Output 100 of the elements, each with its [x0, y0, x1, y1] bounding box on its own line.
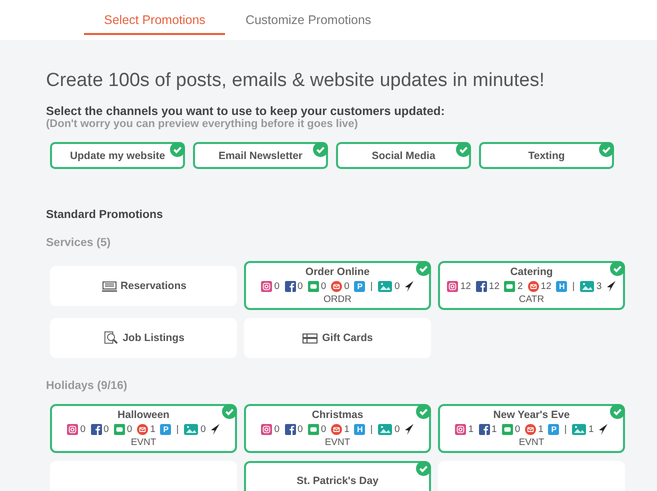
- promotion-title: Christmas: [312, 409, 364, 421]
- count-label: 0: [126, 424, 132, 435]
- chat-icon: [504, 281, 516, 292]
- promotion-title: New Year's Eve: [493, 409, 570, 421]
- badge: P: [354, 281, 366, 292]
- promotion-title: Order Online: [305, 266, 370, 278]
- tab[interactable]: Customize Promotions: [225, 0, 392, 35]
- count-label: 0: [394, 424, 400, 435]
- promotion-card[interactable]: Gift Cards: [244, 318, 431, 358]
- email-icon: [528, 281, 539, 292]
- instagram-icon: [261, 424, 272, 435]
- check-icon: [222, 404, 237, 419]
- count-label: 1: [344, 424, 350, 435]
- promotion-title: Reservations: [120, 280, 186, 292]
- count-label: 0: [514, 424, 520, 435]
- promotion-card[interactable]: New Year's Eve 1 1 0 1 P 1 EVNT: [438, 404, 625, 453]
- count-label: 0: [298, 424, 303, 435]
- count-label: 1: [538, 424, 544, 435]
- image-icon: [184, 424, 198, 435]
- facebook-icon: [478, 424, 490, 435]
- promotion-card[interactable]: Catering 12 12 2 12 H 3 CATR: [438, 261, 625, 310]
- magnifier-icon: [102, 331, 119, 345]
- image-icon: [378, 424, 392, 435]
- count-label: 0: [274, 424, 280, 435]
- count-label: 12: [488, 281, 500, 292]
- facebook-icon: [476, 281, 487, 292]
- check-icon: [170, 142, 185, 157]
- instagram-icon: [261, 281, 272, 292]
- promotion-card[interactable]: Job Listings: [50, 318, 237, 358]
- chat-icon: [308, 281, 319, 292]
- channels-note: (Don't worry you can preview everything before it goes live): [46, 118, 359, 130]
- section-heading: Standard Promotions: [46, 209, 164, 221]
- count-label: 0: [320, 281, 326, 292]
- count-label: 0: [104, 424, 109, 435]
- count-label: 12: [540, 281, 552, 292]
- email-icon: [525, 424, 536, 435]
- tag-label: EVNT: [518, 437, 544, 448]
- check-icon: [610, 404, 625, 419]
- count-label: 0: [80, 424, 86, 435]
- promotion-card[interactable]: Halloween 0 0 0 1 P 0 EVNT: [50, 404, 237, 453]
- count-label: 1: [492, 424, 497, 435]
- promotion-title: Gift Cards: [322, 332, 373, 344]
- group-heading: Holidays (9/16): [46, 380, 128, 392]
- channel-toggle[interactable]: Texting: [479, 142, 614, 169]
- cursor-icon: [210, 424, 220, 435]
- promotion-title: Job Listings: [122, 332, 184, 344]
- image-icon: [378, 281, 392, 292]
- promotion-card[interactable]: St. Patrick's Day: [244, 461, 431, 491]
- headline: Create 100s of posts, emails & website updates in minutes!: [46, 70, 546, 92]
- channels-prompt: Select the channels you want to use to keep your customers updated:: [46, 104, 446, 118]
- instagram-icon: [67, 424, 78, 435]
- cursor-icon: [404, 424, 414, 435]
- check-icon: [610, 261, 625, 276]
- check-icon: [313, 142, 328, 157]
- count-label: 2: [517, 281, 523, 292]
- facebook-icon: [284, 281, 296, 292]
- count-label: 1: [588, 424, 594, 435]
- chat-icon: [502, 424, 513, 435]
- promotion-title: St. Patrick's Day: [296, 475, 378, 487]
- instagram-icon: [455, 424, 466, 435]
- tag-label: EVNT: [324, 437, 350, 448]
- count-label: 0: [344, 281, 350, 292]
- count-label: 0: [320, 424, 326, 435]
- cursor-icon: [404, 281, 414, 292]
- count-label: 12: [460, 281, 471, 292]
- badge: P: [548, 424, 560, 435]
- channel-toggle[interactable]: Email Newsletter: [193, 142, 328, 169]
- count-label: 3: [596, 281, 602, 292]
- count-label: 0: [298, 281, 303, 292]
- count-label: 0: [200, 424, 206, 435]
- count-label: 0: [394, 281, 400, 292]
- email-icon: [331, 424, 342, 435]
- image-icon: [572, 424, 586, 435]
- promotion-title: Halloween: [118, 409, 170, 421]
- email-icon: [331, 281, 342, 292]
- channel-toggle[interactable]: Update my website: [50, 142, 185, 169]
- promotion-card[interactable]: Order Online 0 0 0 0 P 0 ORDR: [244, 261, 431, 310]
- count-label: 1: [150, 424, 156, 435]
- instagram-icon: [447, 281, 458, 292]
- facebook-icon: [284, 424, 296, 435]
- tag-label: CATR: [518, 294, 544, 305]
- cursor-icon: [606, 281, 616, 292]
- count-label: 0: [274, 281, 280, 292]
- cursor-icon: [598, 424, 608, 435]
- tag-label: EVNT: [130, 437, 156, 448]
- group-heading: Services (5): [46, 237, 112, 249]
- check-icon: [416, 261, 431, 276]
- badge: H: [354, 424, 366, 435]
- chat-icon: [114, 424, 125, 435]
- image-icon: [580, 281, 594, 292]
- promotion-card[interactable]: Reservations: [50, 266, 237, 306]
- count-label: 1: [468, 424, 474, 435]
- chat-icon: [308, 424, 319, 435]
- badge: H: [556, 281, 568, 292]
- channel-toggle[interactable]: Social Media: [336, 142, 471, 169]
- check-icon: [599, 142, 614, 157]
- check-icon: [456, 142, 471, 157]
- badge: P: [160, 424, 172, 435]
- check-icon: [416, 404, 431, 419]
- promotion-card[interactable]: Christmas 0 0 0 1 H 0 EVNT: [244, 404, 431, 453]
